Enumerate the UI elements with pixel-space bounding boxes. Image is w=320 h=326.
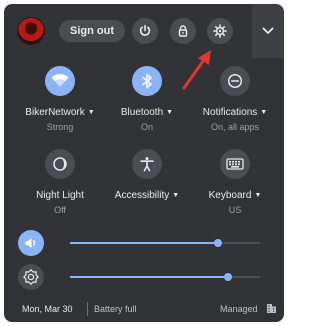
night-light-icon <box>53 157 67 171</box>
managed-label[interactable]: Managed <box>220 304 258 314</box>
avatar[interactable] <box>18 18 44 44</box>
gear-icon <box>213 24 227 38</box>
tile-label: Bluetooth ▼ <box>120 107 174 118</box>
tile-label: Keyboard ▼ <box>208 190 262 201</box>
power-button[interactable] <box>132 18 158 44</box>
settings-button[interactable] <box>207 18 233 44</box>
brightness-slider-fill <box>70 276 228 278</box>
tile-status: Off <box>54 205 66 215</box>
collapse-button[interactable] <box>252 4 284 58</box>
tile-night-light[interactable]: Night Light Off <box>15 149 105 215</box>
divider <box>87 302 88 316</box>
network-toggle[interactable] <box>45 66 75 96</box>
speaker-icon <box>25 238 36 248</box>
accessibility-icon <box>140 157 154 172</box>
power-icon <box>139 24 151 36</box>
lock-icon <box>178 25 188 37</box>
brightness-icon <box>23 269 39 285</box>
tile-status: US <box>228 205 242 215</box>
tile-status: On <box>140 122 153 132</box>
lock-button[interactable] <box>170 18 196 44</box>
tile-accessibility[interactable]: Accessibility ▼ <box>102 149 192 205</box>
tile-status: Strong <box>46 122 74 132</box>
tile-status: On, all apps <box>210 122 260 132</box>
bluetooth-toggle[interactable] <box>132 66 162 96</box>
keyboard-toggle[interactable] <box>220 149 250 179</box>
brightness-row <box>4 264 284 290</box>
top-bar: Sign out <box>4 4 284 58</box>
brightness-button <box>18 264 44 290</box>
tile-label: Night Light <box>36 190 84 201</box>
do-not-disturb-icon <box>227 73 243 89</box>
tile-label: BikerNetwork ▼ <box>25 107 95 118</box>
notifications-toggle[interactable] <box>220 66 250 96</box>
brightness-slider[interactable] <box>70 273 260 281</box>
date-label[interactable]: Mon, Mar 30 <box>22 304 73 314</box>
sign-out-button[interactable]: Sign out <box>59 20 125 42</box>
annotation-arrow-icon <box>182 50 211 90</box>
brightness-slider-thumb[interactable] <box>223 273 232 281</box>
status-bar: Mon, Mar 30 Battery full Managed <box>4 300 284 322</box>
wifi-icon <box>51 73 69 87</box>
volume-slider-fill <box>70 242 219 244</box>
bluetooth-icon <box>142 73 152 89</box>
volume-row <box>4 230 284 256</box>
chevron-down-icon <box>262 27 274 34</box>
tile-network[interactable]: BikerNetwork ▼ Strong <box>15 66 105 132</box>
tile-label: Accessibility ▼ <box>114 190 180 201</box>
volume-slider[interactable] <box>70 239 260 247</box>
tile-label: Notifications ▼ <box>202 107 268 118</box>
tile-keyboard[interactable]: Keyboard ▼ US <box>190 149 280 215</box>
mute-button[interactable] <box>18 230 44 256</box>
enterprise-building-icon[interactable] <box>266 303 277 314</box>
volume-slider-thumb[interactable] <box>214 239 223 247</box>
keyboard-icon <box>226 158 244 170</box>
battery-label: Battery full <box>94 304 137 314</box>
accessibility-toggle[interactable] <box>132 149 162 179</box>
quick-settings-panel: Sign out BikerNetwork ▼ Strong Bluetooth… <box>4 4 284 322</box>
night-light-toggle[interactable] <box>45 149 75 179</box>
